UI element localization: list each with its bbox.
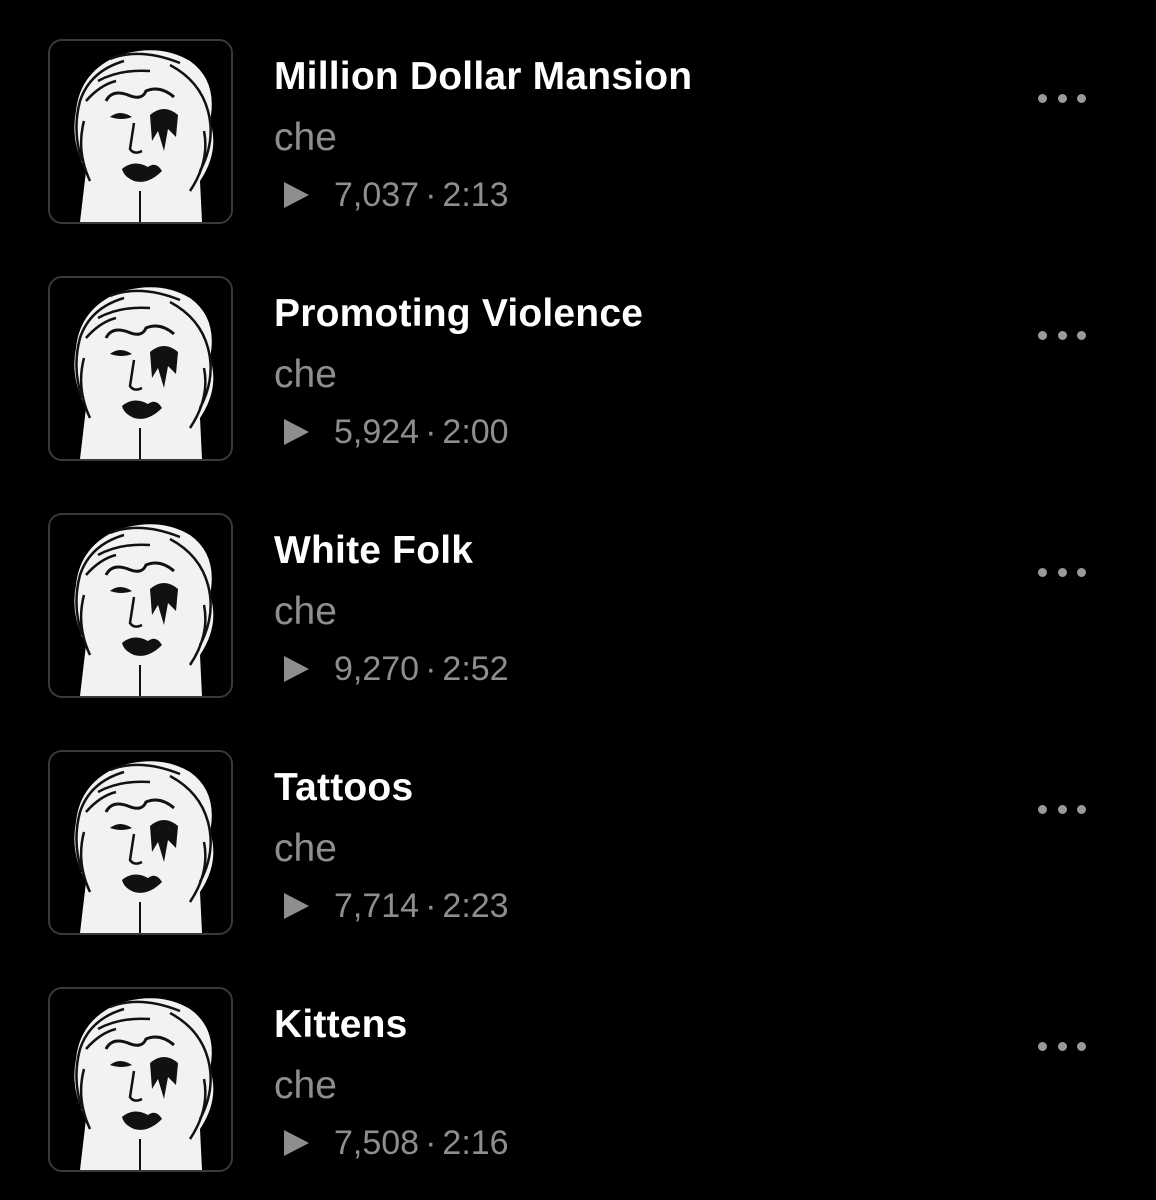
album-art-image: [50, 515, 231, 696]
track-artist[interactable]: che: [274, 116, 337, 160]
track-duration: 2:23: [442, 886, 509, 925]
track-meta: 7,714 · 2:23: [284, 886, 509, 926]
track-artist[interactable]: che: [274, 827, 337, 871]
more-options-button[interactable]: [1038, 1032, 1086, 1060]
track-title[interactable]: Promoting Violence: [274, 292, 643, 336]
album-cover[interactable]: [48, 513, 233, 698]
play-icon: [284, 419, 309, 445]
play-icon: [284, 1130, 309, 1156]
track-title[interactable]: Million Dollar Mansion: [274, 55, 692, 99]
more-options-icon: [1077, 93, 1086, 103]
more-options-icon: [1038, 330, 1047, 340]
more-options-icon: [1038, 93, 1047, 103]
play-icon: [284, 182, 309, 208]
track-row[interactable]: Million Dollar Mansion che 7,037 · 2:13: [0, 0, 1156, 237]
meta-separator: ·: [425, 175, 437, 214]
album-cover[interactable]: [48, 750, 233, 935]
play-count: 5,924: [334, 412, 420, 451]
track-artist[interactable]: che: [274, 353, 337, 397]
play-icon: [284, 656, 309, 682]
more-options-icon: [1057, 567, 1067, 577]
meta-separator: ·: [425, 412, 437, 451]
album-art-image: [50, 278, 231, 459]
track-duration: 2:13: [442, 175, 509, 214]
play-icon: [284, 893, 309, 919]
meta-separator: ·: [425, 649, 437, 688]
more-options-icon: [1077, 330, 1086, 340]
more-options-icon: [1038, 1041, 1047, 1051]
more-options-icon: [1057, 330, 1067, 340]
track-row[interactable]: Kittens che 7,508 · 2:16: [0, 948, 1156, 1185]
track-meta: 9,270 · 2:52: [284, 649, 509, 689]
album-cover[interactable]: [48, 276, 233, 461]
meta-separator: ·: [425, 886, 437, 925]
track-duration: 2:16: [442, 1123, 509, 1162]
track-meta: 7,508 · 2:16: [284, 1123, 509, 1163]
track-row[interactable]: Tattoos che 7,714 · 2:23: [0, 711, 1156, 948]
album-art-image: [50, 989, 231, 1170]
album-art-image: [50, 752, 231, 933]
track-meta: 7,037 · 2:13: [284, 175, 509, 215]
more-options-button[interactable]: [1038, 84, 1086, 112]
track-duration: 2:00: [442, 412, 509, 451]
track-title[interactable]: White Folk: [274, 529, 473, 573]
track-title[interactable]: Tattoos: [274, 766, 413, 810]
track-artist[interactable]: che: [274, 590, 337, 634]
more-options-icon: [1057, 93, 1067, 103]
meta-separator: ·: [425, 1123, 437, 1162]
track-list: Million Dollar Mansion che 7,037 · 2:13: [0, 0, 1156, 1200]
play-count: 7,714: [334, 886, 420, 925]
play-count: 9,270: [334, 649, 420, 688]
more-options-icon: [1057, 804, 1067, 814]
more-options-icon: [1038, 804, 1047, 814]
more-options-icon: [1038, 567, 1047, 577]
album-cover[interactable]: [48, 39, 233, 224]
more-options-icon: [1077, 567, 1086, 577]
more-options-icon: [1077, 1041, 1086, 1051]
album-art-image: [50, 41, 231, 222]
track-meta: 5,924 · 2:00: [284, 412, 509, 452]
track-duration: 2:52: [442, 649, 509, 688]
track-title[interactable]: Kittens: [274, 1003, 408, 1047]
album-cover[interactable]: [48, 987, 233, 1172]
play-count: 7,037: [334, 175, 420, 214]
more-options-icon: [1057, 1041, 1067, 1051]
track-row[interactable]: Promoting Violence che 5,924 · 2:00: [0, 237, 1156, 474]
more-options-button[interactable]: [1038, 321, 1086, 349]
more-options-icon: [1077, 804, 1086, 814]
more-options-button[interactable]: [1038, 558, 1086, 586]
track-artist[interactable]: che: [274, 1064, 337, 1108]
track-row[interactable]: White Folk che 9,270 · 2:52: [0, 474, 1156, 711]
more-options-button[interactable]: [1038, 795, 1086, 823]
play-count: 7,508: [334, 1123, 420, 1162]
